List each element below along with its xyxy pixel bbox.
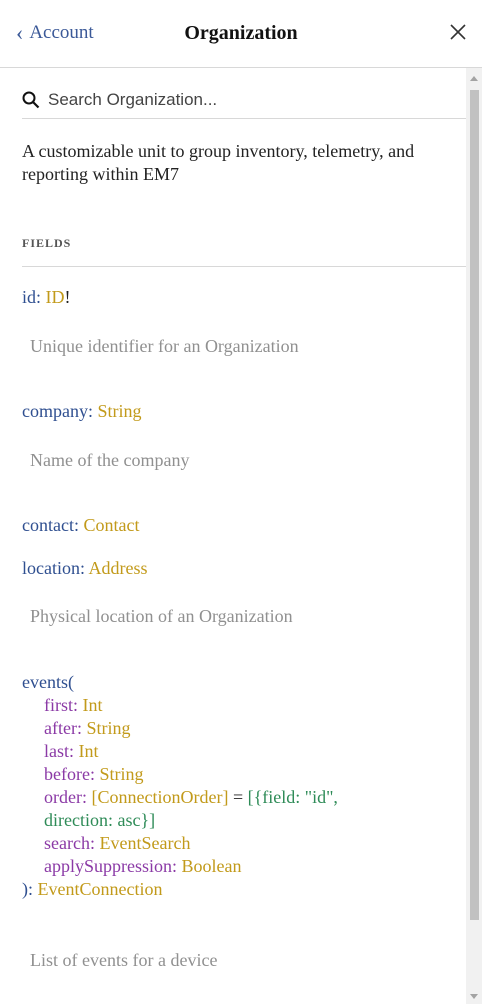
field-type-link[interactable]: Contact (84, 515, 140, 535)
arg-applysuppression: applySuppression: Boolean (44, 856, 242, 876)
field-type-link[interactable]: Address (89, 558, 148, 578)
arg-type-link[interactable]: String (99, 764, 143, 784)
field-location: location: Address (22, 558, 148, 578)
close-button[interactable] (444, 18, 472, 46)
field-type-link[interactable]: EventConnection (38, 879, 163, 899)
field-name: events (22, 672, 68, 692)
field-name: contact (22, 515, 74, 535)
arg-last: last: Int (44, 741, 99, 761)
arg-type-link[interactable]: Int (79, 741, 99, 761)
divider (22, 266, 466, 267)
field-name: company (22, 401, 88, 421)
arg-search: search: EventSearch (44, 833, 191, 853)
arg-order-default-cont: direction: asc}] (44, 810, 156, 830)
arg-type-link[interactable]: [ConnectionOrder] (92, 787, 229, 807)
arg-before: before: String (44, 764, 144, 784)
search-bar (22, 82, 466, 119)
search-input[interactable] (48, 90, 448, 110)
type-description: A customizable unit to group inventory, … (22, 141, 415, 184)
arg-type-link[interactable]: Boolean (182, 856, 242, 876)
scrollbar[interactable] (466, 68, 482, 1004)
arg-type-link[interactable]: EventSearch (99, 833, 190, 853)
field-id: id: ID! (22, 287, 71, 307)
field-name: id (22, 287, 37, 307)
close-icon (450, 24, 466, 40)
field-description: Name of the company (30, 450, 190, 470)
arg-after: after: String (44, 718, 131, 738)
field-type-link[interactable]: String (98, 401, 142, 421)
arg-default-value: [{field: "id", (247, 787, 338, 807)
field-type-link[interactable]: ID (46, 287, 65, 307)
field-events: events( first: Int after: String last: I… (22, 672, 338, 899)
field-contact: contact: Contact (22, 515, 140, 535)
doc-content: A customizable unit to group inventory, … (0, 68, 466, 1004)
arg-order: order: [ConnectionOrder] = [{field: "id"… (44, 787, 338, 807)
arg-first: first: Int (44, 695, 103, 715)
search-icon (22, 91, 40, 109)
fields-section-title: FIELDS (22, 236, 72, 250)
field-description: Unique identifier for an Organization (30, 336, 299, 356)
scroll-down-arrow-icon[interactable] (470, 994, 478, 999)
scroll-up-arrow-icon[interactable] (470, 76, 478, 81)
arg-type-link[interactable]: String (86, 718, 130, 738)
page-title: Organization (184, 22, 298, 44)
header: ‹ Account Organization (0, 0, 482, 68)
scrollbar-thumb[interactable] (470, 90, 479, 920)
field-name: location (22, 558, 80, 578)
field-company: company: String (22, 401, 142, 421)
field-description: Physical location of an Organization (30, 606, 293, 626)
field-description: List of events for a device (30, 950, 218, 970)
arg-type-link[interactable]: Int (83, 695, 103, 715)
